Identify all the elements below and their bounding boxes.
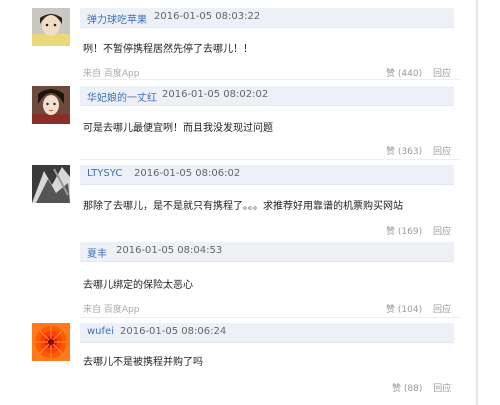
comment-actions: 赞 (169) 回应 xyxy=(386,224,451,237)
comment-item: LTYSYC 2016-01-05 08:06:02 那除了去哪儿，是不是就只有… xyxy=(0,162,500,242)
reply-button[interactable]: 回应 xyxy=(433,384,451,394)
comment-actions: 赞 (104) 回应 xyxy=(386,302,451,315)
comment-source: 来自 百度App xyxy=(83,69,140,79)
timestamp: 2016-01-05 08:06:02 xyxy=(134,168,241,179)
avatar[interactable] xyxy=(32,165,70,203)
username-link[interactable]: 夏丰 xyxy=(87,245,107,260)
username-link[interactable]: wufei xyxy=(87,326,114,337)
comment-actions: 赞 (440) 回应 xyxy=(386,66,451,79)
timestamp: 2016-01-05 08:03:22 xyxy=(154,11,261,22)
like-label: 赞 xyxy=(386,305,396,315)
username-link[interactable]: LTYSYC xyxy=(87,168,122,179)
comment-actions: 赞 (88) 回应 xyxy=(392,381,451,394)
avatar[interactable] xyxy=(32,86,70,124)
like-label: 赞 xyxy=(386,69,396,79)
avatar[interactable] xyxy=(32,8,70,46)
reply-button[interactable]: 回应 xyxy=(433,147,451,157)
divider xyxy=(80,79,460,80)
like-count: (440) xyxy=(397,69,423,79)
scroll-edge xyxy=(476,0,478,405)
like-label: 赞 xyxy=(392,384,402,394)
reply-button[interactable]: 回应 xyxy=(433,69,451,79)
reply-button[interactable]: 回应 xyxy=(433,305,451,315)
like-button[interactable]: 赞 (169) xyxy=(386,227,422,237)
username-link[interactable]: 弹力球吃苹果 xyxy=(87,11,147,26)
like-button[interactable]: 赞 (440) xyxy=(386,69,422,79)
comment-source: 来自 百度App xyxy=(83,305,140,315)
comment-text: 可是去哪儿最便宜咧！而且我没发现过问题 xyxy=(83,123,273,134)
comment-header: 夏丰 2016-01-05 08:04:53 xyxy=(80,242,454,262)
divider xyxy=(80,159,460,160)
comment-item: 夏丰 2016-01-05 08:04:53 去哪儿绑定的保险太恶心 来自 百度… xyxy=(0,242,500,318)
avatar[interactable] xyxy=(32,323,70,361)
comment-text: 去哪儿绑定的保险太恶心 xyxy=(83,280,193,291)
comment-feed: 弹力球吃苹果 2016-01-05 08:03:22 咧！不暂停携程居然先停了去… xyxy=(0,0,500,405)
divider xyxy=(80,317,460,318)
comment-item: wufei 2016-01-05 08:06:24 去哪儿不是被携程并购了吗 赞… xyxy=(0,320,500,405)
like-label: 赞 xyxy=(386,147,396,157)
comment-header: wufei 2016-01-05 08:06:24 xyxy=(80,323,454,343)
like-button[interactable]: 赞 (104) xyxy=(386,305,422,315)
like-count: (169) xyxy=(397,227,423,237)
like-count: (104) xyxy=(397,305,423,315)
comment-header: LTYSYC 2016-01-05 08:06:02 xyxy=(80,165,454,185)
timestamp: 2016-01-05 08:06:24 xyxy=(120,326,227,337)
like-button[interactable]: 赞 (363) xyxy=(386,147,422,157)
like-button[interactable]: 赞 (88) xyxy=(392,384,422,394)
like-label: 赞 xyxy=(386,227,396,237)
like-count: (363) xyxy=(397,147,423,157)
timestamp: 2016-01-05 08:02:02 xyxy=(162,89,269,100)
comment-header: 弹力球吃苹果 2016-01-05 08:03:22 xyxy=(80,8,454,28)
comment-actions: 赞 (363) 回应 xyxy=(386,144,451,157)
comment-header: 华妃娘的一丈红 2016-01-05 08:02:02 xyxy=(80,86,454,106)
comment-text: 咧！不暂停携程居然先停了去哪儿！！ xyxy=(83,44,253,55)
username-link[interactable]: 华妃娘的一丈红 xyxy=(87,89,157,104)
timestamp: 2016-01-05 08:04:53 xyxy=(116,245,223,256)
reply-button[interactable]: 回应 xyxy=(433,227,451,237)
comment-text: 去哪儿不是被携程并购了吗 xyxy=(83,357,203,368)
comment-text: 那除了去哪儿，是不是就只有携程了。。。求推荐好用靠谱的机票购买网站 xyxy=(83,201,403,212)
like-count: (88) xyxy=(403,384,423,394)
comment-item: 华妃娘的一丈红 2016-01-05 08:02:02 可是去哪儿最便宜咧！而且… xyxy=(0,82,500,160)
comment-item: 弹力球吃苹果 2016-01-05 08:03:22 咧！不暂停携程居然先停了去… xyxy=(0,0,500,80)
